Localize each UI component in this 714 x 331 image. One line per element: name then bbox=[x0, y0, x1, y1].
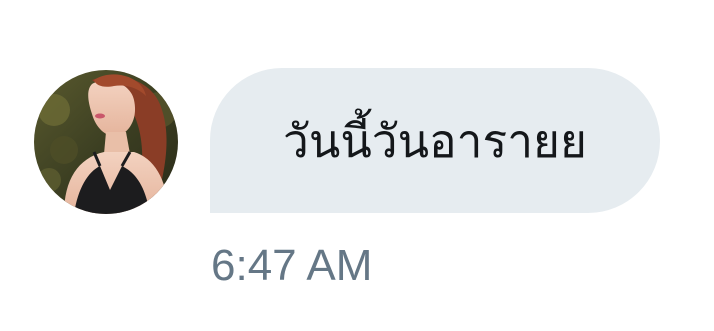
avatar-photo-icon bbox=[34, 70, 178, 214]
message-text: วันนี้วันอารายย bbox=[283, 113, 587, 168]
received-message-row: วันนี้วันอารายย 6:47 AM bbox=[0, 0, 714, 331]
message-timestamp: 6:47 AM bbox=[211, 241, 373, 290]
sender-avatar[interactable] bbox=[34, 70, 178, 214]
message-bubble[interactable]: วันนี้วันอารายย bbox=[210, 68, 660, 213]
